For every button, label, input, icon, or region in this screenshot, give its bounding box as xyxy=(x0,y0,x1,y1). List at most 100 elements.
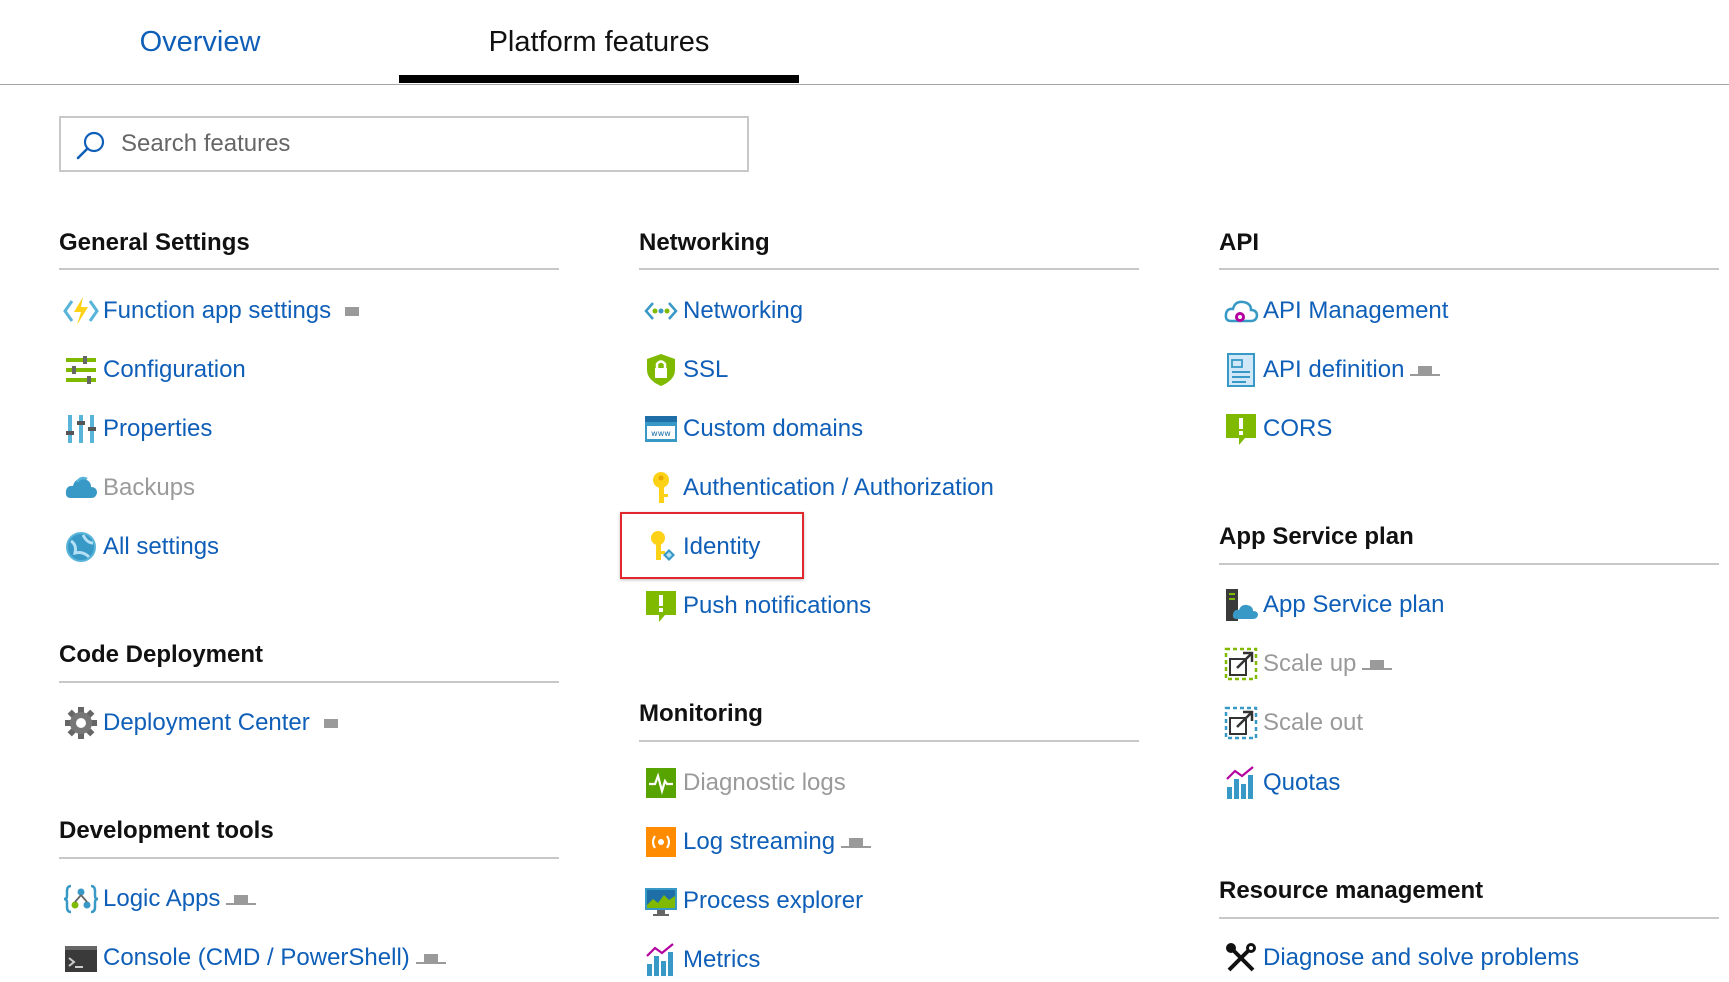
globe-settings-icon xyxy=(66,532,96,562)
app-service-plan-icon xyxy=(1226,589,1258,621)
scale-up-icon xyxy=(1224,647,1258,681)
pin-icon[interactable] xyxy=(323,718,338,728)
feature-label: Backups xyxy=(103,474,196,501)
shield-lock-icon xyxy=(647,354,675,386)
feature-diagnostic-logs[interactable]: Diagnostic logs xyxy=(639,761,846,805)
api-definition-icon xyxy=(1227,353,1255,387)
divider xyxy=(639,268,1139,270)
console-icon xyxy=(65,946,97,972)
section-title: Networking xyxy=(639,229,770,256)
search-box[interactable] xyxy=(59,116,749,172)
feature-label: Log streaming xyxy=(683,828,836,855)
feature-label: Quotas xyxy=(1263,769,1341,796)
feature-backups[interactable]: Backups xyxy=(59,466,195,510)
feature-label: Diagnose and solve problems xyxy=(1263,944,1580,971)
network-icon xyxy=(644,302,678,320)
section-title: Code Deployment xyxy=(59,641,264,668)
svg-text:www: www xyxy=(651,429,671,438)
api-management-icon xyxy=(1224,300,1259,323)
feature-networking[interactable]: Networking xyxy=(639,289,803,333)
feature-scale-out[interactable]: Scale out xyxy=(1219,701,1363,745)
feature-label: Function app settings xyxy=(103,297,332,324)
feature-quotas[interactable]: Quotas xyxy=(1219,761,1340,805)
feature-label: CORS xyxy=(1263,415,1333,442)
feature-log-streaming[interactable]: Log streaming xyxy=(639,820,872,864)
gear-icon xyxy=(65,707,97,739)
divider xyxy=(59,681,559,683)
feature-label: Push notifications xyxy=(683,592,872,619)
divider xyxy=(1219,268,1719,270)
feature-label: SSL xyxy=(683,356,729,383)
tab-overview[interactable]: Overview xyxy=(120,22,280,62)
search-icon xyxy=(76,131,105,160)
feature-label: Scale up xyxy=(1263,650,1357,677)
divider xyxy=(59,857,559,859)
feature-custom-domains[interactable]: www Custom domains xyxy=(639,407,863,451)
section-title: API xyxy=(1219,229,1260,256)
feature-api-definition[interactable]: API definition xyxy=(1219,348,1441,392)
feature-console[interactable]: Console (CMD / PowerShell) xyxy=(59,936,446,980)
feature-properties[interactable]: Properties xyxy=(59,407,212,451)
pin-icon[interactable] xyxy=(1410,365,1441,376)
feature-process-explorer[interactable]: Process explorer xyxy=(639,879,863,923)
pin-icon[interactable] xyxy=(226,894,257,905)
tab-bar: Overview Platform features xyxy=(0,0,1729,85)
feature-label: All settings xyxy=(103,533,220,560)
monitor-icon xyxy=(645,888,677,916)
logic-apps-icon xyxy=(63,884,99,914)
feature-diagnose-and-solve[interactable]: Diagnose and solve problems xyxy=(1219,936,1579,980)
section-title: Development tools xyxy=(59,817,274,844)
feature-metrics[interactable]: Metrics xyxy=(639,938,760,982)
section-title: Monitoring xyxy=(639,700,763,727)
feature-label: Configuration xyxy=(103,356,246,383)
pin-icon[interactable] xyxy=(345,306,360,316)
feature-authentication[interactable]: Authentication / Authorization xyxy=(639,466,994,510)
pin-icon[interactable] xyxy=(1362,659,1393,670)
feature-label: API Management xyxy=(1263,297,1449,324)
tab-platform-features[interactable]: Platform features xyxy=(399,22,799,62)
section-title: Resource management xyxy=(1219,877,1484,904)
cloud-backup-icon xyxy=(65,476,97,498)
feature-label: App Service plan xyxy=(1263,591,1445,618)
feature-label: Diagnostic logs xyxy=(683,769,846,796)
notification-icon xyxy=(646,591,676,622)
feature-all-settings[interactable]: All settings xyxy=(59,525,219,569)
configuration-icon xyxy=(66,356,96,384)
feature-label: Metrics xyxy=(683,946,761,973)
metrics-icon xyxy=(646,943,674,976)
active-tab-underline xyxy=(399,75,799,83)
feature-push-notifications[interactable]: Push notifications xyxy=(639,584,871,628)
search-input[interactable] xyxy=(121,126,731,162)
feature-label: Process explorer xyxy=(683,887,864,914)
feature-label: Custom domains xyxy=(683,415,864,442)
feature-configuration[interactable]: Configuration xyxy=(59,348,246,392)
feature-label: Deployment Center xyxy=(103,709,310,736)
identity-highlight-box xyxy=(620,512,804,579)
feature-label: Console (CMD / PowerShell) xyxy=(103,944,410,971)
cors-icon xyxy=(1226,414,1256,445)
feature-ssl[interactable]: SSL xyxy=(639,348,728,392)
feature-label: API definition xyxy=(1263,356,1405,383)
pin-icon[interactable] xyxy=(415,953,446,964)
feature-label: Scale out xyxy=(1263,709,1364,736)
feature-api-management[interactable]: API Management xyxy=(1219,289,1448,333)
divider xyxy=(59,268,559,270)
feature-label: Logic Apps xyxy=(103,885,221,912)
feature-scale-up[interactable]: Scale up xyxy=(1219,642,1393,686)
feature-deployment-center[interactable]: Deployment Center xyxy=(59,701,338,745)
www-icon: www xyxy=(645,416,677,442)
feature-app-service-plan[interactable]: App Service plan xyxy=(1219,583,1444,627)
feature-label: Authentication / Authorization xyxy=(683,474,994,501)
function-bolt-icon xyxy=(63,297,99,325)
wrench-icon xyxy=(1226,943,1256,972)
pin-icon[interactable] xyxy=(841,837,872,848)
feature-function-app-settings[interactable]: Function app settings xyxy=(59,289,360,333)
properties-icon xyxy=(66,415,96,443)
key-icon xyxy=(653,472,669,503)
divider xyxy=(1219,917,1719,919)
scale-out-icon xyxy=(1224,706,1258,740)
quotas-icon xyxy=(1226,766,1254,799)
feature-logic-apps[interactable]: Logic Apps xyxy=(59,877,257,921)
feature-cors[interactable]: CORS xyxy=(1219,407,1332,451)
diagnostic-icon xyxy=(646,768,676,798)
